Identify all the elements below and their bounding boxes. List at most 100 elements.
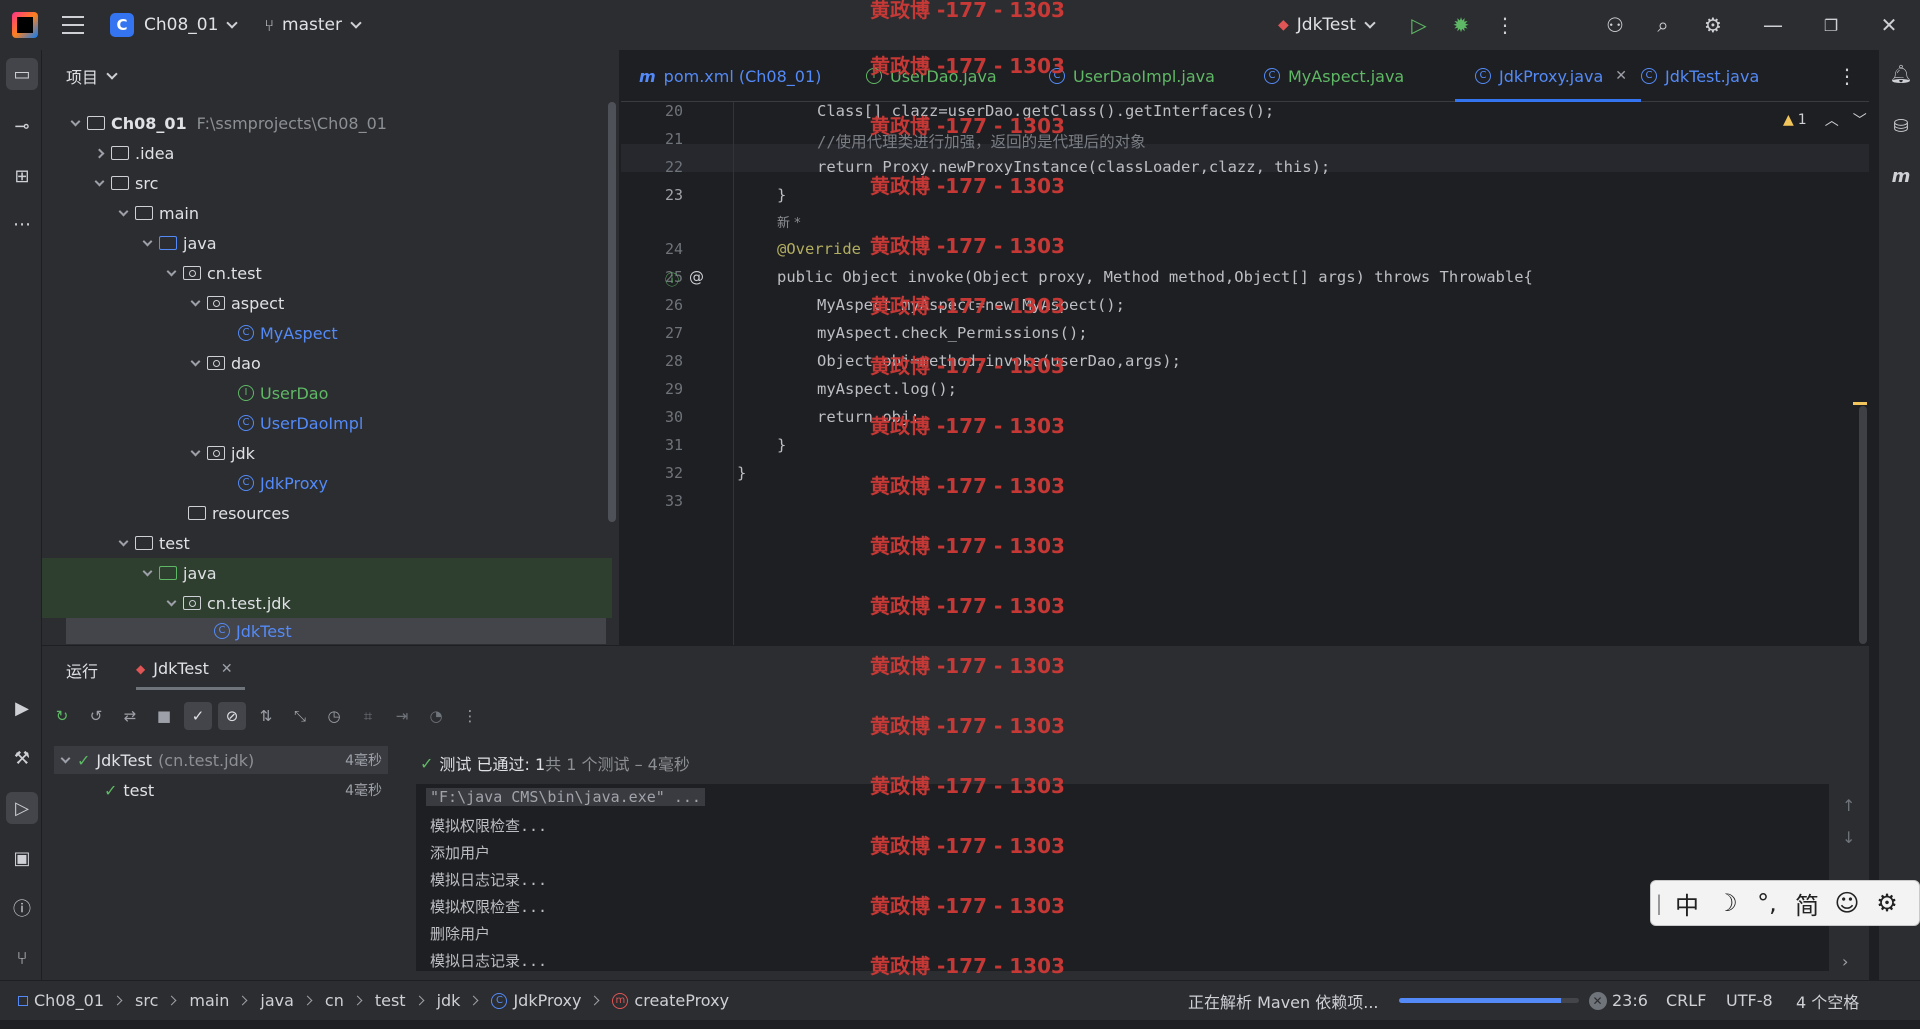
tree-item-aspect[interactable]: aspect [42, 288, 612, 318]
more-tools-icon[interactable]: ⋯ [6, 208, 38, 240]
run-tool-icon[interactable]: ▷ [6, 792, 38, 824]
console-output[interactable]: "F:\java CMS\bin\java.exe" ... 模拟权限检查...… [416, 784, 1829, 971]
tree-item-jdkproxy[interactable]: C JdkProxy [42, 468, 612, 498]
expand-arrow-icon[interactable] [166, 596, 177, 606]
tree-item-jdk[interactable]: jdk [42, 438, 612, 468]
warning-stripe-marker[interactable] [1853, 402, 1867, 405]
commit-tool-icon[interactable]: ⊸ [6, 110, 38, 142]
project-scrollbar[interactable] [608, 102, 616, 522]
minimize-icon[interactable]: — [1758, 10, 1788, 40]
indent-setting[interactable]: 4 个空格 [1796, 989, 1859, 1013]
editor-scrollbar[interactable] [1859, 406, 1867, 644]
ime-chinese-mode[interactable]: 中 [1667, 886, 1707, 921]
project-tool-icon[interactable]: ▭ [6, 58, 38, 90]
notifications-icon[interactable]: 🔔︎ [1885, 58, 1917, 90]
structure-tool-icon[interactable]: ⊞ [6, 160, 38, 192]
project-panel-header[interactable]: 项目 [42, 50, 619, 102]
database-icon[interactable]: ⛁ [1885, 110, 1917, 142]
expand-arrow-icon[interactable] [142, 566, 153, 576]
tab-jdkproxy[interactable]: C JdkProxy.java ✕ [1455, 50, 1642, 102]
build-tool-icon[interactable]: ⚒ [6, 742, 38, 774]
prev-highlight-icon[interactable]: ︿ [1825, 110, 1839, 130]
close-tab-icon[interactable]: ✕ [1615, 68, 1627, 84]
terminal-tool-icon[interactable]: ▣ [6, 842, 38, 874]
expand-arrow-icon[interactable] [166, 266, 177, 276]
tree-item-java-test[interactable]: java [42, 558, 612, 588]
scroll-down-icon[interactable]: ↓ [1842, 828, 1855, 847]
ime-settings-icon[interactable]: ⚙ [1867, 889, 1907, 917]
inspection-widget[interactable]: ▲ 1 ︿ ﹀ [1783, 110, 1867, 130]
run-tab-jdktest[interactable]: ◆ JdkTest ✕ [136, 650, 245, 690]
collapse-arrow-icon[interactable] [94, 148, 105, 158]
problems-tool-icon[interactable]: ⓘ [6, 892, 38, 924]
file-encoding[interactable]: UTF-8 [1726, 991, 1773, 1010]
expand-arrow-icon[interactable] [190, 446, 201, 456]
tree-item-java-main[interactable]: java [42, 228, 612, 258]
breadcrumb-item[interactable]: java [260, 991, 294, 1010]
tree-item-cn-test[interactable]: cn.test [42, 258, 612, 288]
expand-arrow-icon[interactable] [60, 753, 71, 763]
search-icon[interactable]: ⌕ [1648, 10, 1678, 40]
maven-icon[interactable]: m [1885, 160, 1917, 192]
scroll-up-icon[interactable]: ↑ [1842, 796, 1855, 815]
expand-arrow-icon[interactable] [70, 116, 81, 126]
tree-item-module[interactable]: Ch08_01 F:\ssmprojects\Ch08_01 [42, 108, 612, 138]
tab-userdaoimpl[interactable]: C UserDaoImpl.java [1049, 50, 1215, 102]
ime-simplified[interactable]: 简 [1787, 886, 1827, 921]
breadcrumb-item[interactable]: createProxy [634, 991, 729, 1010]
show-passed-icon[interactable]: ✓ [184, 702, 212, 730]
tree-item-userdaoimpl[interactable]: C UserDaoImpl [42, 408, 612, 438]
tab-jdktest[interactable]: C JdkTest.java [1641, 50, 1759, 102]
tab-myaspect[interactable]: C MyAspect.java [1264, 50, 1404, 102]
branch-selector[interactable]: ⑂ master [264, 15, 362, 35]
git-tool-icon[interactable]: ⑂ [6, 942, 38, 974]
rerun-icon[interactable]: ↻ [48, 702, 76, 730]
ime-drag-handle[interactable]: | [1651, 891, 1667, 915]
breadcrumb-item[interactable]: JdkProxy [513, 991, 581, 1010]
tab-pom-xml[interactable]: m pom.xml (Ch08_01) [639, 50, 821, 102]
rerun-failed-icon[interactable]: ↺ [82, 702, 110, 730]
ime-emoji-icon[interactable]: ☺ [1827, 889, 1867, 917]
tree-item-idea[interactable]: .idea [42, 138, 612, 168]
expand-arrow-icon[interactable] [190, 296, 201, 306]
expand-arrow-icon[interactable] [142, 236, 153, 246]
tree-item-jdktest[interactable]: C JdkTest [66, 618, 606, 644]
screenshot-icon[interactable]: ⌗ [354, 702, 382, 730]
more-actions-icon[interactable]: ⋮ [1490, 10, 1520, 40]
implements-gutter-icon[interactable]: ⓘ [665, 270, 679, 290]
tab-more-icon[interactable]: ⋮ [1837, 50, 1857, 102]
more-actions-icon[interactable]: ⋮ [456, 702, 484, 730]
history-icon[interactable]: ◷ [320, 702, 348, 730]
breadcrumb-item[interactable]: jdk [437, 991, 461, 1010]
code-editor[interactable]: ▲ 1 ︿ ﹀ 20 Class[] clazz=userDao.getClas… [621, 102, 1869, 645]
line-separator[interactable]: CRLF [1666, 991, 1706, 1010]
run-icon[interactable]: ▷ [1404, 10, 1434, 40]
collapse-all-icon[interactable]: ⤡ [286, 702, 314, 730]
tree-item-userdao[interactable]: I UserDao [42, 378, 612, 408]
test-case-row[interactable]: ✓ test 4毫秒 [54, 776, 388, 804]
tree-item-src[interactable]: src [42, 168, 612, 198]
ime-moon-icon[interactable]: ☽ [1707, 889, 1747, 917]
sort-alphabetically-icon[interactable]: ⇅ [252, 702, 280, 730]
project-selector[interactable]: C Ch08_01 [84, 13, 239, 37]
tree-item-dao[interactable]: dao [42, 348, 612, 378]
caret-position[interactable]: 23:6 [1612, 991, 1648, 1010]
expand-arrow-icon[interactable] [190, 356, 201, 366]
show-ignored-icon[interactable]: ⊘ [218, 702, 246, 730]
breadcrumb-item[interactable]: cn [325, 991, 344, 1010]
stop-icon[interactable]: ■ [150, 702, 178, 730]
services-tool-icon[interactable]: ▶ [6, 692, 38, 724]
tree-item-resources[interactable]: resources [42, 498, 612, 528]
restore-icon[interactable]: ❐ [1816, 10, 1846, 40]
main-menu-icon[interactable] [62, 16, 84, 34]
annotation-gutter-icon[interactable]: @ [689, 268, 704, 286]
expand-arrow-icon[interactable] [118, 536, 129, 546]
close-icon[interactable]: ✕ [1874, 10, 1904, 40]
import-tests-icon[interactable]: ⇥ [388, 702, 416, 730]
breadcrumb-item[interactable]: test [375, 991, 406, 1010]
debug-icon[interactable]: ✹ [1446, 10, 1476, 40]
expand-arrow-icon[interactable] [94, 176, 105, 186]
close-run-tab-icon[interactable]: ✕ [221, 661, 233, 677]
breadcrumb-item[interactable]: src [135, 991, 158, 1010]
expand-arrow-icon[interactable] [118, 206, 129, 216]
